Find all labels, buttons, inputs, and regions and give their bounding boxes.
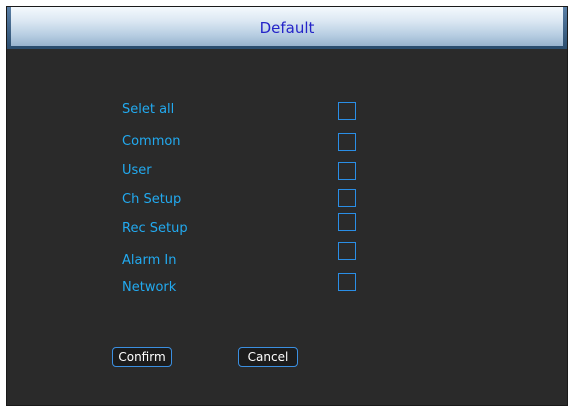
option-label-network: Network <box>122 280 177 295</box>
checkbox-network[interactable] <box>338 273 356 291</box>
checkbox-ch-setup[interactable] <box>338 189 356 207</box>
confirm-button[interactable]: Confirm <box>112 347 172 367</box>
checkbox-common[interactable] <box>338 133 356 151</box>
option-label-ch-setup: Ch Setup <box>122 192 182 207</box>
dialog-title: Default <box>259 19 315 37</box>
option-label-select-all: Selet all <box>122 102 175 117</box>
default-dialog: Default Selet all Common User Ch Setup R… <box>7 7 567 405</box>
option-label-alarm-in: Alarm In <box>122 253 177 268</box>
cancel-button[interactable]: Cancel <box>238 347 298 367</box>
checkbox-user[interactable] <box>338 162 356 180</box>
dialog-titlebar: Default <box>7 7 567 49</box>
option-label-common: Common <box>122 134 181 149</box>
checkbox-select-all[interactable] <box>338 102 356 120</box>
checkbox-rec-setup[interactable] <box>338 213 356 231</box>
option-label-rec-setup: Rec Setup <box>122 221 188 236</box>
checkbox-alarm-in[interactable] <box>338 242 356 260</box>
option-label-user: User <box>122 163 152 178</box>
